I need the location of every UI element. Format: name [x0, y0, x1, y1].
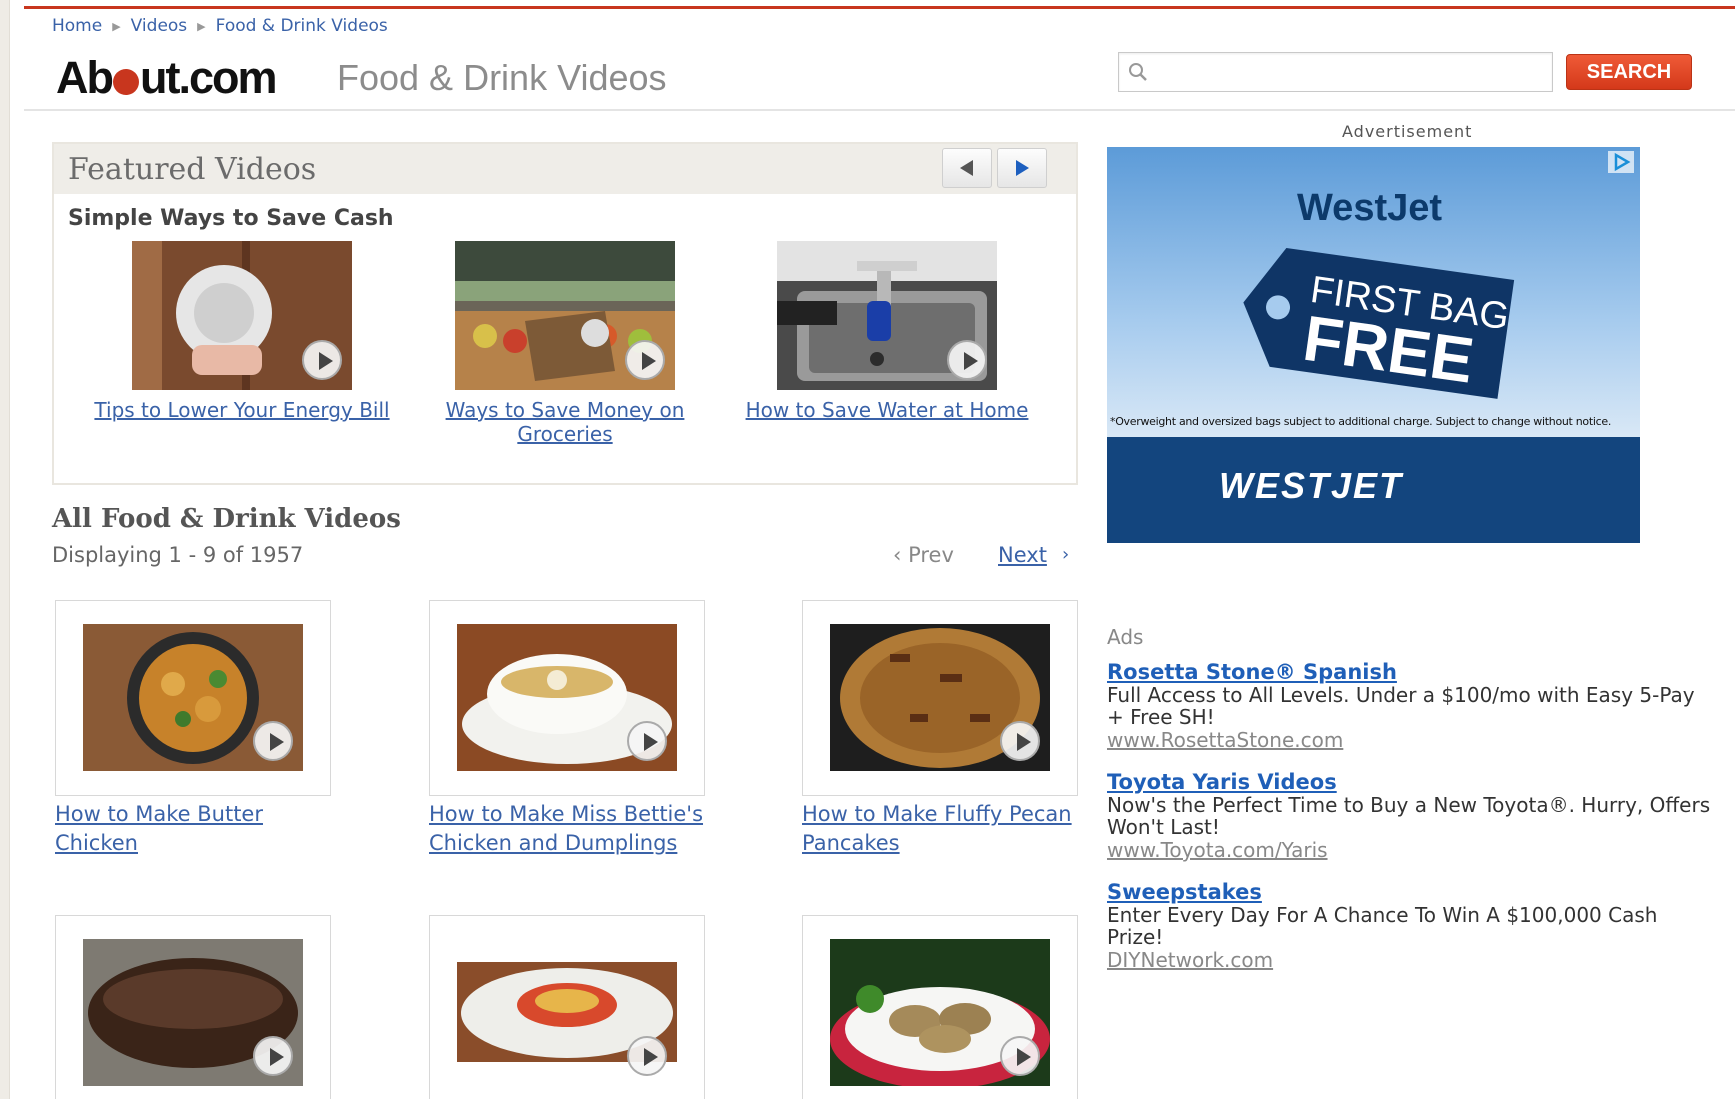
- arrow-right-icon: [1016, 160, 1029, 176]
- search-input[interactable]: [1155, 57, 1545, 87]
- video-thumbnail[interactable]: [83, 939, 303, 1086]
- featured-videos-panel: Featured Videos Simple Ways to Save Cash…: [52, 142, 1078, 485]
- video-thumbnail[interactable]: [457, 624, 677, 771]
- header-divider: [24, 109, 1735, 111]
- section-title: Food & Drink Videos: [337, 57, 667, 98]
- video-caption[interactable]: How to Make Fluffy Pecan Pancakes: [802, 800, 1078, 858]
- play-icon: [302, 340, 342, 380]
- search-box[interactable]: [1118, 52, 1553, 92]
- ads-label: Ads: [1107, 625, 1144, 649]
- westjet-ad-banner[interactable]: WestJet FIRST BAG FREE *Overweight and o…: [1107, 147, 1640, 543]
- play-icon: [1000, 1036, 1040, 1076]
- ad-brand: WestJet: [1297, 187, 1443, 229]
- featured-thumbnail-energy[interactable]: [132, 241, 352, 390]
- video-thumbnail[interactable]: [830, 939, 1050, 1086]
- featured-subtitle: Simple Ways to Save Cash: [68, 206, 394, 231]
- featured-thumbnail-groceries[interactable]: [455, 241, 675, 390]
- text-ad: Toyota Yaris Videos Now's the Perfect Ti…: [1107, 770, 1717, 862]
- featured-caption-groceries[interactable]: Ways to Save Money on Groceries: [415, 398, 715, 446]
- play-icon: [625, 340, 665, 380]
- video-caption[interactable]: How to Make Miss Bettie's Chicken and Du…: [429, 800, 705, 858]
- text-ad-url[interactable]: www.RosettaStone.com: [1107, 728, 1717, 752]
- search-button[interactable]: SEARCH: [1566, 54, 1692, 90]
- text-ad: Rosetta Stone® Spanish Full Access to Al…: [1107, 660, 1717, 752]
- featured-thumbnail-water[interactable]: [777, 241, 997, 390]
- play-icon: [253, 1036, 293, 1076]
- featured-caption-water[interactable]: How to Save Water at Home: [737, 398, 1037, 422]
- featured-header: Featured Videos: [54, 144, 1076, 194]
- featured-prev-button[interactable]: [942, 148, 992, 188]
- luggage-tag-graphic: FIRST BAG FREE: [1243, 247, 1515, 399]
- play-icon: [1000, 721, 1040, 761]
- breadcrumb-current[interactable]: Food & Drink Videos: [216, 16, 388, 36]
- text-ad-title[interactable]: Rosetta Stone® Spanish: [1107, 660, 1717, 684]
- about-logo[interactable]: Ab ut.com: [56, 52, 278, 104]
- text-ad-title[interactable]: Sweepstakes: [1107, 880, 1717, 904]
- text-ad-url[interactable]: DIYNetwork.com: [1107, 948, 1717, 972]
- all-videos-title: All Food & Drink Videos: [52, 504, 401, 534]
- play-icon: [627, 721, 667, 761]
- video-card-pecan-pancakes[interactable]: [802, 600, 1078, 796]
- logo-text-end: ut.com: [140, 52, 278, 103]
- breadcrumb: Home ▶ Videos ▶ Food & Drink Videos: [52, 16, 388, 36]
- video-caption[interactable]: How to Make Butter Chicken: [55, 800, 331, 858]
- video-card-rolls[interactable]: [802, 915, 1078, 1099]
- text-ad-title[interactable]: Toyota Yaris Videos: [1107, 770, 1717, 794]
- featured-title: Featured Videos: [68, 152, 317, 187]
- chevron-right-icon: ▶: [197, 19, 206, 33]
- video-caption-text[interactable]: How to Make Fluffy Pecan Pancakes: [802, 802, 1072, 855]
- video-card-butter-chicken[interactable]: [55, 600, 331, 796]
- search-icon: [1129, 63, 1147, 81]
- video-caption-text[interactable]: How to Make Butter Chicken: [55, 802, 263, 855]
- featured-next-button[interactable]: [997, 148, 1047, 188]
- video-thumbnail[interactable]: [457, 939, 677, 1086]
- breadcrumb-home[interactable]: Home: [52, 16, 102, 36]
- page-gutter: [0, 0, 10, 1099]
- video-thumbnail[interactable]: [830, 624, 1050, 771]
- video-thumbnail[interactable]: [83, 624, 303, 771]
- video-caption-text[interactable]: How to Make Miss Bettie's Chicken and Du…: [429, 802, 703, 855]
- prev-label: Prev: [908, 543, 954, 567]
- text-ad-description: Now's the Perfect Time to Buy a New Toyo…: [1107, 793, 1711, 839]
- chevron-right-icon[interactable]: ›: [1062, 544, 1069, 565]
- ad-footer: WESTJET: [1107, 437, 1640, 543]
- logo-dot-icon: [113, 69, 139, 95]
- featured-caption-energy[interactable]: Tips to Lower Your Energy Bill: [92, 398, 392, 422]
- next-page-button[interactable]: Next: [998, 543, 1047, 567]
- top-rule: [24, 6, 1735, 9]
- video-card-pasta[interactable]: [429, 915, 705, 1099]
- logo-text-start: Ab: [56, 52, 114, 103]
- text-ad-description: Full Access to All Levels. Under a $100/…: [1107, 683, 1695, 729]
- play-icon: [253, 721, 293, 761]
- video-card-chicken-dumplings[interactable]: [429, 600, 705, 796]
- text-ad: Sweepstakes Enter Every Day For A Chance…: [1107, 880, 1717, 972]
- results-count: Displaying 1 - 9 of 1957: [52, 543, 304, 567]
- play-icon: [627, 1036, 667, 1076]
- arrow-left-icon: [960, 160, 973, 176]
- text-ad-description: Enter Every Day For A Chance To Win A $1…: [1107, 903, 1658, 949]
- text-ad-url[interactable]: www.Toyota.com/Yaris: [1107, 838, 1717, 862]
- video-card-steak[interactable]: [55, 915, 331, 1099]
- prev-page-button: ‹ Prev: [893, 543, 954, 567]
- play-icon: [947, 340, 987, 380]
- adchoices-icon[interactable]: [1608, 151, 1634, 173]
- chevron-right-icon: ▶: [112, 19, 121, 33]
- ad-fine-print: *Overweight and oversized bags subject t…: [1110, 415, 1612, 428]
- breadcrumb-videos[interactable]: Videos: [131, 16, 188, 36]
- advertisement-label: Advertisement: [1342, 122, 1473, 141]
- westjet-logo: WESTJET: [1219, 465, 1404, 506]
